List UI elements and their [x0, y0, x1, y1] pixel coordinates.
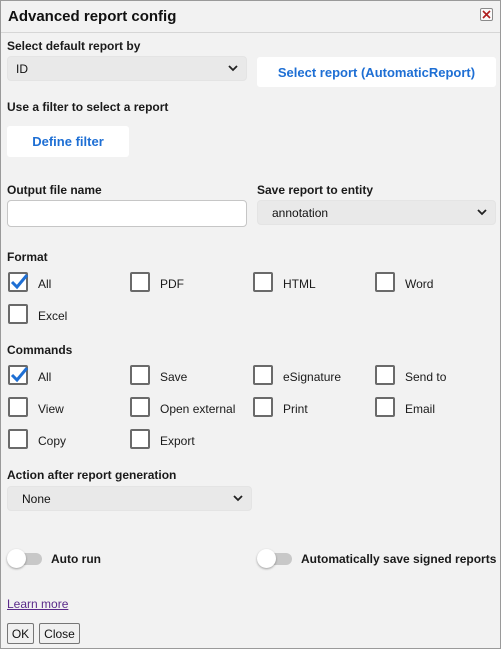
select-report-button[interactable]: Select report (AutomaticReport)	[257, 57, 496, 87]
commands-esignature-checkbox[interactable]	[253, 365, 273, 385]
chevron-down-icon	[477, 209, 487, 216]
auto-run-toggle[interactable]	[7, 549, 43, 568]
commands-view-label: View	[38, 402, 64, 416]
checkmark-icon	[10, 274, 29, 290]
chevron-down-icon	[228, 65, 238, 72]
advanced-report-config-dialog: Advanced report config Select default re…	[0, 0, 501, 649]
save-entity-label: Save report to entity	[257, 183, 374, 197]
title-bar: Advanced report config	[1, 1, 500, 33]
commands-export-checkbox[interactable]	[130, 429, 150, 449]
commands-label: Commands	[7, 343, 73, 357]
format-word-label: Word	[405, 277, 434, 291]
close-icon	[482, 10, 491, 19]
define-filter-button[interactable]: Define filter	[7, 126, 129, 157]
chevron-down-icon	[233, 495, 243, 502]
commands-export-label: Export	[160, 434, 195, 448]
format-all-label: All	[38, 277, 52, 291]
toggle-knob	[257, 549, 276, 568]
commands-save-checkbox[interactable]	[130, 365, 150, 385]
format-excel-checkbox[interactable]	[8, 304, 28, 324]
commands-view-checkbox[interactable]	[8, 397, 28, 417]
toggle-knob	[7, 549, 26, 568]
close-button[interactable]: Close	[39, 623, 80, 644]
commands-copy-checkbox[interactable]	[8, 429, 28, 449]
commands-all-label: All	[38, 370, 52, 384]
action-label: Action after report generation	[7, 468, 177, 482]
output-file-label: Output file name	[7, 183, 102, 197]
output-file-input[interactable]	[7, 200, 247, 227]
commands-send-to-checkbox[interactable]	[375, 365, 395, 385]
default-report-select[interactable]: ID	[7, 56, 247, 81]
commands-open-external-checkbox[interactable]	[130, 397, 150, 417]
commands-all-checkbox[interactable]	[8, 365, 29, 385]
ok-button[interactable]: OK	[7, 623, 34, 644]
commands-open-external-label: Open external	[160, 402, 236, 416]
checkmark-icon	[10, 367, 29, 383]
auto-run-label: Auto run	[51, 552, 101, 566]
action-select-value: None	[22, 491, 51, 506]
format-pdf-label: PDF	[160, 277, 184, 291]
format-label: Format	[7, 250, 48, 264]
format-excel-label: Excel	[38, 309, 68, 323]
default-report-label: Select default report by	[7, 39, 141, 53]
format-all-checkbox[interactable]	[8, 272, 29, 292]
action-select[interactable]: None	[7, 486, 252, 511]
save-entity-select-value: annotation	[272, 205, 329, 220]
commands-esignature-label: eSignature	[283, 370, 342, 384]
commands-email-label: Email	[405, 402, 436, 416]
close-window-button[interactable]	[480, 8, 493, 21]
learn-more-link[interactable]: Learn more	[7, 597, 68, 611]
default-report-select-value: ID	[16, 61, 28, 76]
auto-save-signed-toggle[interactable]	[257, 549, 293, 568]
commands-copy-label: Copy	[38, 434, 67, 448]
commands-print-label: Print	[283, 402, 308, 416]
filter-label: Use a filter to select a report	[7, 100, 169, 114]
commands-send-to-label: Send to	[405, 370, 447, 384]
format-html-label: HTML	[283, 277, 316, 291]
commands-print-checkbox[interactable]	[253, 397, 273, 417]
format-word-checkbox[interactable]	[375, 272, 395, 292]
commands-save-label: Save	[160, 370, 188, 384]
commands-email-checkbox[interactable]	[375, 397, 395, 417]
format-html-checkbox[interactable]	[253, 272, 273, 292]
format-pdf-checkbox[interactable]	[130, 272, 150, 292]
save-entity-select[interactable]: annotation	[257, 200, 496, 225]
auto-save-signed-label: Automatically save signed reports	[301, 552, 497, 566]
dialog-title: Advanced report config	[8, 8, 177, 25]
